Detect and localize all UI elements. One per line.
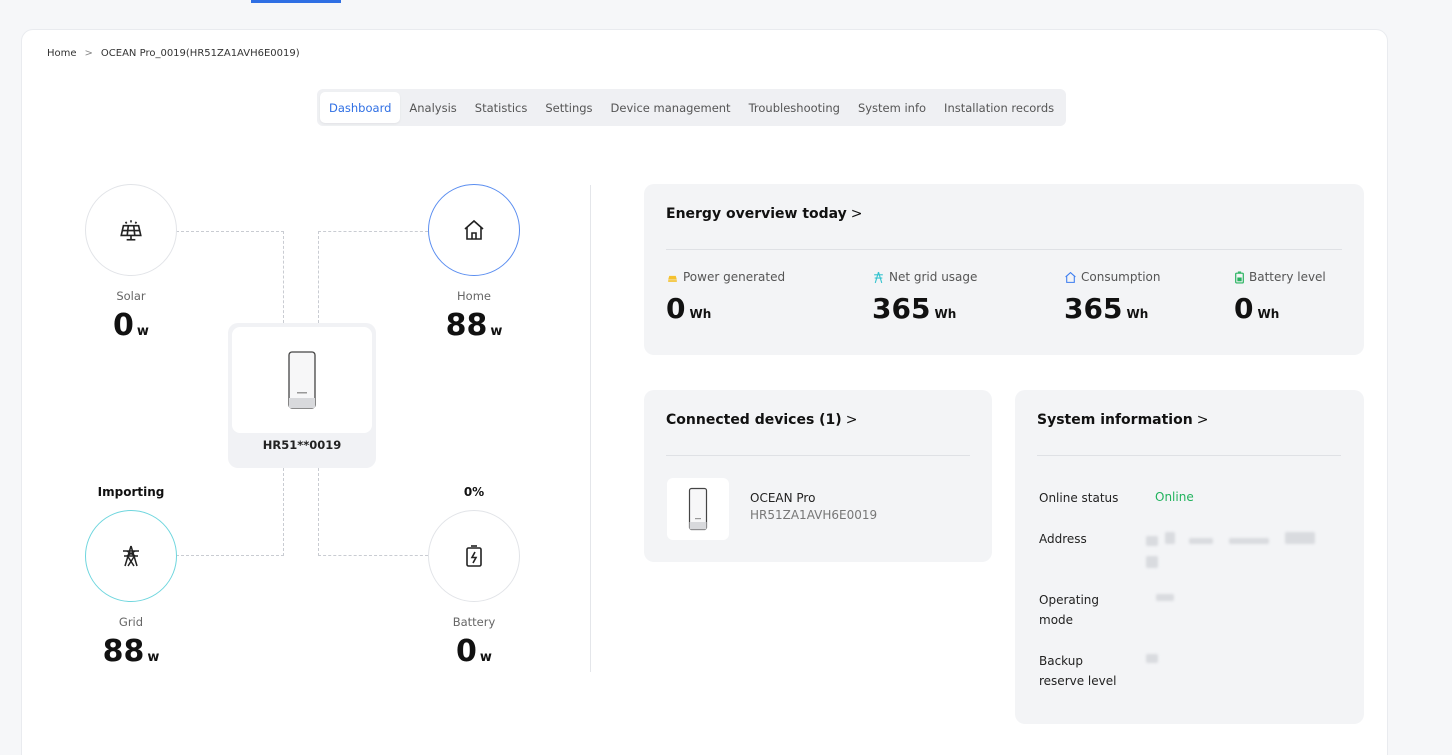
grid-tower-icon <box>874 271 883 283</box>
connected-devices-title[interactable]: Connected devices (1) > <box>666 412 857 428</box>
address-redacted <box>1146 536 1158 546</box>
tab-troubleshooting[interactable]: Troubleshooting <box>740 92 849 123</box>
address-label: Address <box>1039 532 1087 546</box>
chevron-right-icon: > <box>1196 412 1209 428</box>
metric-consumption: Consumption 365 Wh <box>1064 270 1161 325</box>
grid-label: Grid <box>118 615 144 629</box>
tab-bar: Dashboard Analysis Statistics Settings D… <box>317 89 1067 126</box>
address-redacted <box>1285 532 1315 544</box>
device-thumbnail[interactable] <box>667 478 729 540</box>
connected-devices-card: Connected devices (1) > OCEAN Pro HR51ZA1… <box>644 390 992 562</box>
sun-icon <box>668 275 677 282</box>
chevron-right-icon: > <box>850 206 863 222</box>
tab-device-management[interactable]: Device management <box>602 92 740 123</box>
energy-overview-card: Energy overview today > Power generated 0… <box>644 184 1364 355</box>
device-serial: HR51ZA1AVH6E0019 <box>750 508 878 522</box>
energy-overview-title[interactable]: Energy overview today > <box>666 206 863 222</box>
battery-label: Battery <box>452 615 496 629</box>
system-information-card: System information > Online status Online… <box>1015 390 1364 724</box>
online-status-value: Online <box>1155 490 1194 504</box>
divider <box>666 455 970 456</box>
address-redacted <box>1146 556 1158 568</box>
wire-grid <box>176 468 284 556</box>
battery-node[interactable] <box>428 510 520 602</box>
online-status-label: Online status <box>1039 491 1119 505</box>
address-redacted <box>1229 538 1269 544</box>
operating-mode-label: Operating mode <box>1039 593 1099 627</box>
section-divider <box>590 185 591 672</box>
tab-settings[interactable]: Settings <box>536 92 601 123</box>
backup-reserve-label: Backup reserve level <box>1039 654 1117 688</box>
solar-node[interactable] <box>85 184 177 276</box>
tab-system-info[interactable]: System info <box>849 92 935 123</box>
solar-panel-icon <box>120 220 142 241</box>
grid-value: 88 w <box>102 634 160 669</box>
address-redacted <box>1189 538 1213 544</box>
metric-net-grid-usage: Net grid usage 365 Wh <box>872 270 978 325</box>
home-value: 88 w <box>445 308 503 343</box>
wire-battery <box>318 468 428 556</box>
battery-charge-icon <box>466 545 482 567</box>
divider <box>666 249 1342 250</box>
address-redacted <box>1165 532 1175 544</box>
battery-state: 0% <box>463 485 485 499</box>
power-tower-icon <box>123 545 139 567</box>
inverter-icon <box>688 487 708 531</box>
inverter-card[interactable]: HR51**0019 <box>228 323 376 468</box>
breadcrumb-separator: > <box>84 48 93 59</box>
inverter-icon <box>288 351 316 409</box>
battery-value: 0w <box>456 634 492 669</box>
solar-value: 0w <box>113 308 149 343</box>
operating-mode-redacted <box>1156 594 1174 601</box>
main-panel: Home > OCEAN Pro_0019(HR51ZA1AVH6E0019) … <box>21 29 1388 755</box>
breadcrumb-current: OCEAN Pro_0019(HR51ZA1AVH6E0019) <box>100 48 300 59</box>
home-small-icon <box>1065 271 1076 283</box>
system-information-title[interactable]: System information > <box>1037 412 1208 428</box>
solar-label: Solar <box>116 289 146 303</box>
metric-battery-level: Battery level 0 Wh <box>1234 270 1326 325</box>
tab-statistics[interactable]: Statistics <box>466 92 537 123</box>
tab-installation-records[interactable]: Installation records <box>935 92 1063 123</box>
divider <box>1037 455 1341 456</box>
inverter-name: HR51**0019 <box>262 438 342 452</box>
backup-reserve-redacted <box>1146 654 1158 663</box>
house-icon <box>464 219 484 240</box>
grid-node[interactable] <box>85 510 177 602</box>
battery-icon <box>1235 270 1244 284</box>
device-name[interactable]: OCEAN Pro <box>750 491 815 505</box>
home-node[interactable] <box>428 184 520 276</box>
grid-state: Importing <box>97 485 165 499</box>
breadcrumb-home[interactable]: Home <box>47 48 77 59</box>
tab-dashboard[interactable]: Dashboard <box>320 92 401 123</box>
chevron-right-icon: > <box>845 412 858 428</box>
inverter-image <box>232 327 372 433</box>
home-label: Home <box>457 289 491 303</box>
metric-power-generated: Power generated 0 Wh <box>666 270 786 325</box>
top-nav-active-indicator <box>251 0 341 3</box>
breadcrumb: Home > OCEAN Pro_0019(HR51ZA1AVH6E0019) <box>47 48 300 59</box>
tab-analysis[interactable]: Analysis <box>400 92 465 123</box>
